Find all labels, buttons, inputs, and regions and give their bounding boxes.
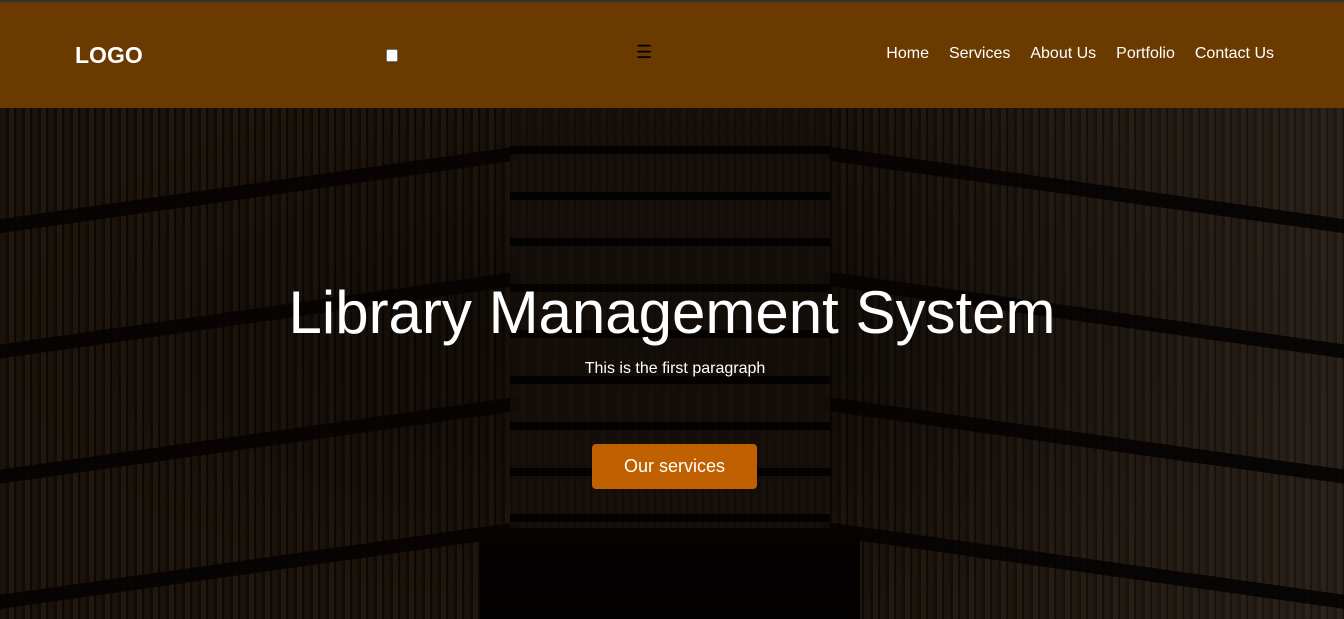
nav-portfolio[interactable]: Portfolio [1116, 45, 1175, 63]
menu-toggle-checkbox[interactable] [386, 49, 398, 62]
hamburger-menu-icon[interactable]: ☰ [636, 42, 652, 63]
our-services-button[interactable]: Our services [592, 444, 757, 489]
hero-paragraph: This is the first paragraph [584, 360, 766, 377]
nav-about-us[interactable]: About Us [1030, 45, 1096, 63]
nav-home[interactable]: Home [886, 45, 929, 63]
nav-links: Home Services About Us Portfolio Contact… [886, 45, 1274, 63]
nav-services[interactable]: Services [949, 45, 1010, 63]
nav-contact-us[interactable]: Contact Us [1195, 45, 1274, 63]
hero-title: Library Management System [288, 279, 1056, 346]
logo[interactable]: LOGO [75, 42, 143, 69]
hero-section: Library Management System This is the fi… [0, 108, 1344, 619]
navbar: LOGO ☰ Home Services About Us Portfolio … [0, 2, 1344, 108]
